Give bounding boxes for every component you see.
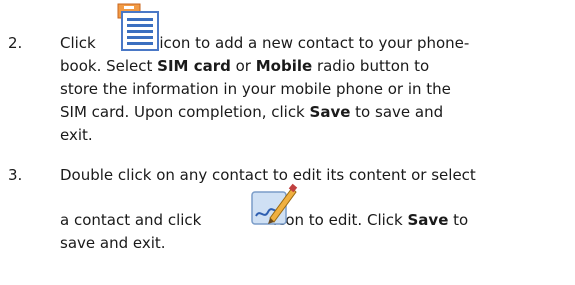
step-text: Double click on any contact to edit its … (60, 164, 560, 255)
line-text: Click (60, 34, 96, 52)
bold-term: Mobile (255, 57, 313, 75)
line-text: a contact and click (60, 211, 202, 229)
bold-term: Save (407, 211, 449, 229)
step-line: save and exit. (60, 234, 166, 252)
step-line: SIM card. Upon completion, click Save to… (60, 103, 444, 121)
bold-term: SIM card (157, 57, 231, 75)
bold-term: Save (309, 103, 351, 121)
line-text: icon to add a new contact to your phone- (159, 34, 470, 52)
edit-pen-icon (251, 183, 298, 225)
step-line: Click icon to add a new contact to your … (60, 3, 560, 55)
step-text: Click icon to add a new contact to your … (60, 3, 560, 147)
step-line: exit. (60, 126, 93, 144)
step-line: Double click on any contact to edit its … (60, 166, 476, 184)
step-line: store the information in your mobile pho… (60, 80, 451, 98)
new-contact-document-icon (117, 3, 159, 51)
step-line: book. Select SIM card or Mobile radio bu… (60, 57, 430, 75)
step-line: a contact and click icon to edit. Click … (60, 211, 469, 229)
step-number: 3. (8, 166, 23, 184)
step-number: 2. (8, 34, 23, 52)
